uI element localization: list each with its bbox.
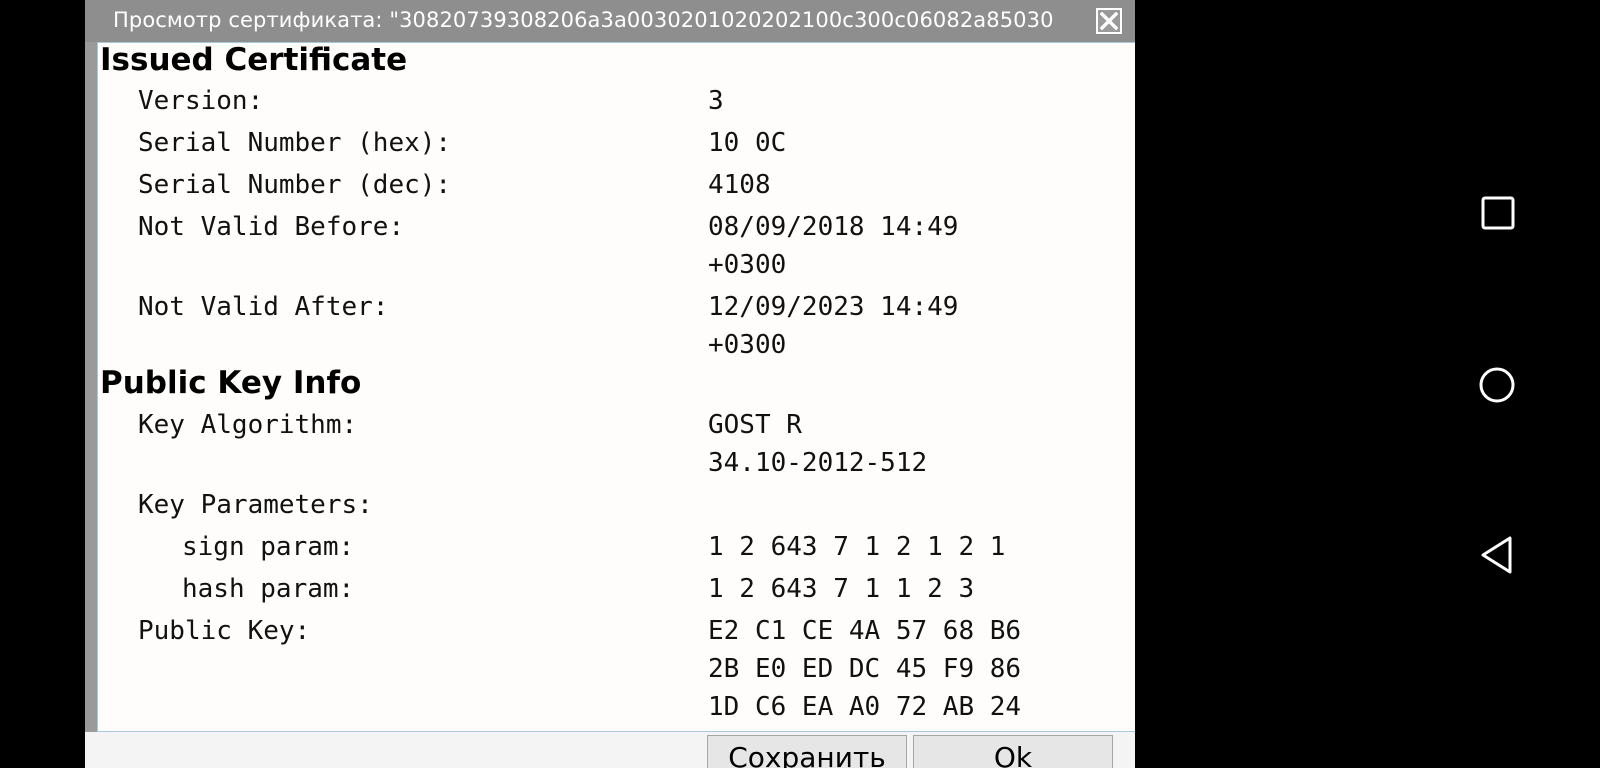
dialog-button-bar: Сохранить Ok (85, 732, 1135, 768)
value-version: 3 (708, 86, 724, 116)
value-key-algorithm-line2: 34.10-2012-512 (708, 448, 928, 478)
close-icon[interactable] (1096, 8, 1122, 34)
dialog-titlebar[interactable]: Просмотр сертификата: "30820739308206a3a… (85, 0, 1135, 42)
value-serial-hex: 10 0C (708, 128, 787, 158)
certificate-text-view[interactable]: Issued Certificate Version: 3 Serial Num… (98, 42, 1135, 732)
label-key-algorithm: Key Algorithm: (138, 410, 358, 440)
value-key-algorithm-line1: GOST R (708, 410, 802, 440)
value-not-valid-after-date: 12/09/2023 14:49 (708, 292, 959, 322)
recents-square-icon[interactable] (1480, 195, 1516, 231)
label-public-key: Public Key: (138, 616, 311, 646)
label-not-valid-after: Not Valid After: (138, 292, 389, 322)
label-key-parameters: Key Parameters: (138, 490, 373, 520)
value-public-key-line2: 2B E0 ED DC 45 F9 86 (708, 654, 1022, 684)
label-sign-param: sign param: (182, 532, 355, 562)
value-not-valid-before-tz: +0300 (708, 250, 787, 280)
section-title-issued-certificate: Issued Certificate (100, 42, 408, 78)
value-serial-dec: 4108 (708, 170, 771, 200)
label-version: Version: (138, 86, 264, 116)
home-circle-icon[interactable] (1477, 365, 1517, 405)
certificate-viewer-dialog: Просмотр сертификата: "30820739308206a3a… (85, 0, 1135, 768)
value-not-valid-after-tz: +0300 (708, 330, 787, 360)
value-hash-param: 1 2 643 7 1 1 2 3 (708, 574, 975, 604)
value-not-valid-before-date: 08/09/2018 14:49 (708, 212, 959, 242)
value-sign-param: 1 2 643 7 1 2 1 2 1 (708, 532, 1006, 562)
section-title-public-key-info: Public Key Info (100, 365, 362, 401)
value-public-key-line1: E2 C1 CE 4A 57 68 B6 (708, 616, 1022, 646)
back-triangle-icon[interactable] (1479, 535, 1515, 575)
label-not-valid-before: Not Valid Before: (138, 212, 405, 242)
label-serial-hex: Serial Number (hex): (138, 128, 452, 158)
android-navigation-bar (1135, 0, 1600, 768)
save-button[interactable]: Сохранить (707, 735, 907, 768)
value-public-key-line3: 1D C6 EA A0 72 AB 24 (708, 692, 1022, 722)
label-hash-param: hash param: (182, 574, 355, 604)
ok-button[interactable]: Ok (913, 735, 1113, 768)
dialog-title: Просмотр сертификата: "30820739308206a3a… (113, 8, 1054, 32)
label-serial-dec: Serial Number (dec): (138, 170, 452, 200)
